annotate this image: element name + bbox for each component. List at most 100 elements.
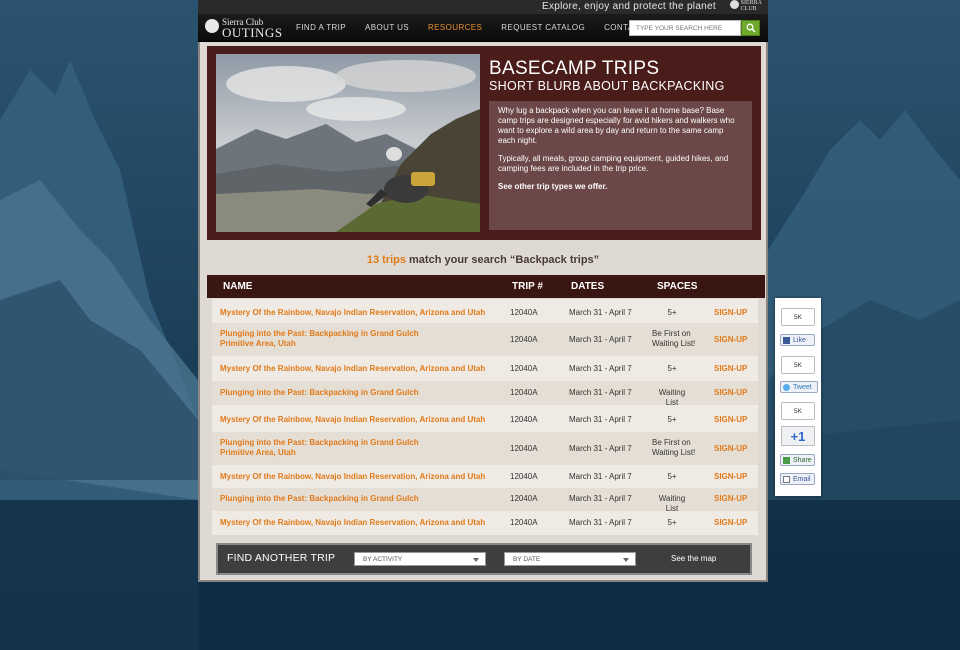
share-button[interactable]: Share [780, 454, 815, 466]
trip-name-link[interactable]: Plunging into the Past: Backpacking in G… [220, 329, 450, 349]
signup-link[interactable]: SIGN-UP [714, 518, 747, 527]
signup-link[interactable]: SIGN-UP [714, 444, 747, 453]
results-summary: 13 trips match your search “Backpack tri… [200, 254, 766, 266]
trip-dates: March 31 - April 7 [569, 444, 632, 453]
find-another-trip-bar: FIND ANOTHER TRIP BY ACTIVITY BY DATE Se… [216, 543, 752, 575]
hero-section: BASECAMP TRIPS SHORT BLURB ABOUT BACKPAC… [207, 46, 761, 240]
trip-spaces: 5+ [667, 308, 677, 317]
hero-photo [216, 54, 480, 232]
email-label: Email [793, 476, 811, 483]
tagline: Explore, enjoy and protect the planet [542, 1, 716, 12]
trip-number: 12040A [510, 415, 538, 424]
results-text: match your search “Backpack trips” [405, 254, 600, 266]
nav-find-a-trip[interactable]: FIND A TRIP [296, 14, 346, 42]
plus-one-count: 5K [781, 402, 815, 420]
table-row: Plunging into the Past: Backpacking in G… [212, 488, 758, 513]
signup-link[interactable]: SIGN-UP [714, 335, 747, 344]
trip-table-body: Mystery Of the Rainbow, Navajo Indian Re… [212, 299, 758, 535]
signup-link[interactable]: SIGN-UP [714, 472, 747, 481]
trip-spaces: 5+ [667, 415, 677, 424]
trip-spaces: Be First on Waiting List! [652, 329, 696, 348]
share-label: Share [793, 457, 812, 464]
activity-select[interactable]: BY ACTIVITY [354, 552, 486, 566]
facebook-icon [783, 337, 790, 344]
trip-dates: March 31 - April 7 [569, 415, 632, 424]
nav-about-us[interactable]: ABOUT US [365, 14, 409, 42]
blurb-paragraph-1: Why lug a backpack when you can leave it… [498, 106, 735, 145]
sierra-club-emblem-icon [729, 0, 739, 9]
search-input[interactable] [629, 20, 741, 36]
table-header: NAME TRIP # DATES SPACES [207, 275, 765, 298]
trip-number: 12040A [510, 472, 538, 481]
mini-logo: SIERRA CLUB [729, 0, 762, 12]
signup-link[interactable]: SIGN-UP [714, 308, 747, 317]
tweet-label: Tweet [793, 384, 812, 391]
table-row: Mystery Of the Rainbow, Navajo Indian Re… [212, 405, 758, 432]
column-spaces[interactable]: SPACES [657, 275, 697, 298]
see-map-link[interactable]: See the map [671, 545, 716, 573]
trip-spaces: 5+ [667, 472, 677, 481]
table-row: Plunging into the Past: Backpacking in G… [212, 323, 758, 356]
table-row: Plunging into the Past: Backpacking in G… [212, 432, 758, 465]
nav-resources[interactable]: RESOURCES [428, 14, 482, 42]
column-name[interactable]: NAME [223, 275, 252, 298]
google-plus-one-button[interactable]: +1 [781, 426, 815, 446]
trip-spaces: 5+ [667, 364, 677, 373]
chevron-down-icon [623, 558, 629, 562]
trip-name-link[interactable]: Plunging into the Past: Backpacking in G… [220, 388, 419, 398]
tweet-button[interactable]: Tweet [780, 381, 818, 393]
tweet-count: 5K [781, 356, 815, 374]
trip-number: 12040A [510, 364, 538, 373]
social-share-bar: 5K Like 5K Tweet 5K +1 Share Email [775, 298, 821, 496]
email-button[interactable]: Email [780, 473, 815, 485]
trip-types-link[interactable]: See other trip types we offer. [498, 182, 743, 192]
trip-name-link[interactable]: Mystery Of the Rainbow, Navajo Indian Re… [220, 415, 485, 425]
plus-one-label: +1 [790, 429, 806, 444]
date-select-value: BY DATE [513, 556, 541, 563]
trip-name-link[interactable]: Plunging into the Past: Backpacking in G… [220, 494, 419, 504]
results-count: 13 trips [366, 254, 406, 266]
like-count: 5K [781, 308, 815, 326]
navbar: Sierra Club OUTINGS FIND A TRIP ABOUT US… [198, 14, 768, 42]
hero-blurb: Why lug a backpack when you can leave it… [489, 101, 752, 230]
finder-label: FIND ANOTHER TRIP [227, 552, 336, 564]
trip-name-link[interactable]: Mystery Of the Rainbow, Navajo Indian Re… [220, 518, 485, 528]
trip-name-link[interactable]: Mystery Of the Rainbow, Navajo Indian Re… [220, 472, 485, 482]
nav-request-catalog[interactable]: REQUEST CATALOG [501, 14, 585, 42]
table-row: Mystery Of the Rainbow, Navajo Indian Re… [212, 511, 758, 535]
mini-logo-line2: CLUB [740, 6, 757, 12]
column-dates[interactable]: DATES [571, 275, 604, 298]
trip-number: 12040A [510, 494, 538, 503]
search-icon [746, 23, 756, 33]
logo-line2: OUTINGS [222, 25, 283, 40]
like-label: Like [793, 337, 806, 344]
trip-dates: March 31 - April 7 [569, 494, 632, 503]
signup-link[interactable]: SIGN-UP [714, 415, 747, 424]
signup-link[interactable]: SIGN-UP [714, 388, 747, 397]
trip-dates: March 31 - April 7 [569, 388, 632, 397]
trip-dates: March 31 - April 7 [569, 335, 632, 344]
trip-number: 12040A [510, 335, 538, 344]
column-trip-number[interactable]: TRIP # [512, 275, 543, 298]
activity-select-value: BY ACTIVITY [363, 556, 403, 563]
signup-link[interactable]: SIGN-UP [714, 364, 747, 373]
blurb-paragraph-2: Typically, all meals, group camping equi… [498, 154, 729, 173]
signup-link[interactable]: SIGN-UP [714, 494, 747, 503]
share-icon [783, 457, 790, 464]
trip-name-link[interactable]: Mystery Of the Rainbow, Navajo Indian Re… [220, 364, 485, 374]
date-select[interactable]: BY DATE [504, 552, 636, 566]
site-logo[interactable]: Sierra Club OUTINGS [205, 17, 283, 40]
trip-dates: March 31 - April 7 [569, 472, 632, 481]
search-button[interactable] [741, 20, 760, 36]
hero-title: BASECAMP TRIPS [489, 58, 660, 79]
top-strip: Explore, enjoy and protect the planet SI… [198, 0, 768, 14]
trip-name-link[interactable]: Mystery Of the Rainbow, Navajo Indian Re… [220, 308, 485, 318]
trip-name-link[interactable]: Plunging into the Past: Backpacking in G… [220, 438, 450, 458]
sierra-club-logo-icon [205, 19, 219, 33]
trip-number: 12040A [510, 444, 538, 453]
facebook-like-button[interactable]: Like [780, 334, 815, 346]
main-nav: FIND A TRIP ABOUT US RESOURCES REQUEST C… [296, 14, 678, 42]
trip-number: 12040A [510, 518, 538, 527]
trip-spaces: Be First on Waiting List! [652, 438, 696, 457]
main-panel: BASECAMP TRIPS SHORT BLURB ABOUT BACKPAC… [198, 42, 768, 582]
